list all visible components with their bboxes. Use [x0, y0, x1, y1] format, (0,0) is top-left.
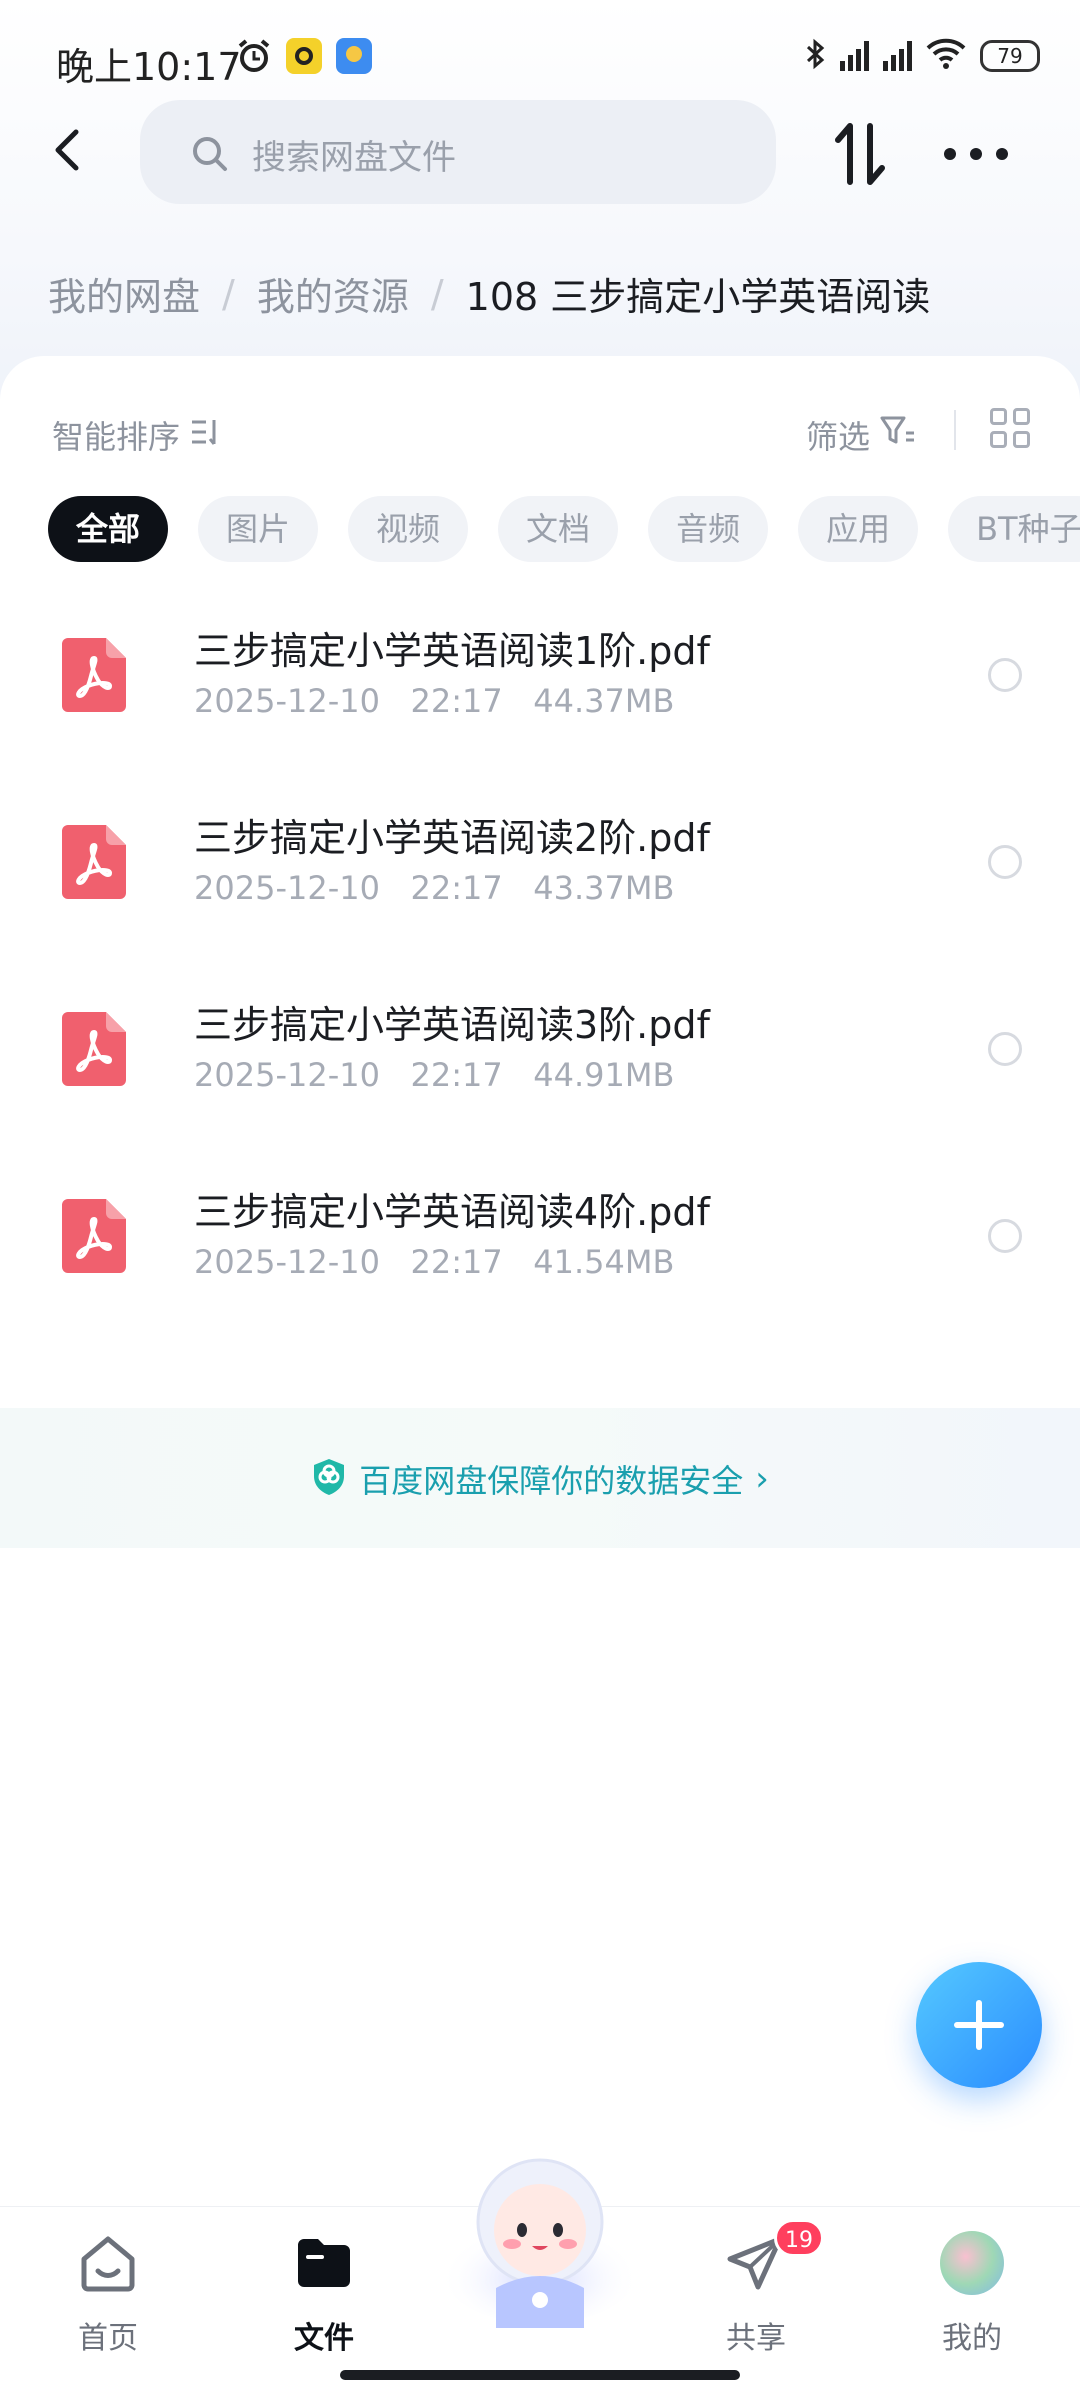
add-button[interactable]	[916, 1962, 1042, 2088]
tab-files-label: 文件	[294, 2321, 354, 2356]
breadcrumb-separator: /	[222, 271, 235, 316]
chevron-right-icon: ›	[755, 1459, 769, 1499]
more-options-button[interactable]	[944, 122, 1008, 186]
file-date: 2025-12-10	[194, 1243, 380, 1281]
category-videos[interactable]: 视频	[348, 496, 469, 562]
file-time: 22:17	[410, 869, 503, 907]
file-meta: 2025-12-10 22:17 44.91MB	[194, 1056, 674, 1094]
security-banner[interactable]: 百度网盘保障你的数据安全 ›	[0, 1408, 1080, 1548]
security-banner-text: 百度网盘保障你的数据安全	[359, 1462, 744, 1500]
search-input[interactable]: 搜索网盘文件	[140, 100, 776, 204]
signal-icon-2	[883, 41, 912, 71]
signal-icon-1	[840, 41, 869, 71]
category-audio[interactable]: 音频	[648, 496, 769, 562]
avatar	[940, 2231, 1004, 2295]
file-name: 三步搞定小学英语阅读4阶.pdf	[194, 1190, 710, 1234]
sort-label: 智能排序	[52, 418, 181, 456]
filter-label: 筛选	[806, 418, 871, 456]
tab-share[interactable]: 19 共享	[686, 2219, 826, 2361]
bluetooth-icon	[804, 38, 826, 74]
filter-icon	[880, 415, 916, 455]
breadcrumb-separator: /	[430, 271, 444, 316]
toolbar-divider	[954, 410, 956, 450]
file-row[interactable]: 三步搞定小学英语阅读2阶.pdf 2025-12-10 22:17 43.37M…	[0, 787, 1080, 967]
file-select-checkbox[interactable]	[988, 845, 1022, 879]
file-date: 2025-12-10	[194, 682, 380, 720]
smart-sort-button[interactable]: 智能排序	[52, 412, 220, 458]
grid-view-icon[interactable]	[990, 408, 1030, 448]
file-date: 2025-12-10	[194, 1056, 380, 1094]
search-placeholder: 搜索网盘文件	[252, 138, 456, 178]
file-row[interactable]: 三步搞定小学英语阅读1阶.pdf 2025-12-10 22:17 44.37M…	[0, 600, 1080, 780]
filter-button[interactable]: 筛选	[806, 412, 916, 458]
file-meta: 2025-12-10 22:17 43.37MB	[194, 869, 674, 907]
breadcrumb-my-resources[interactable]: 我的资源	[257, 266, 409, 321]
file-meta: 2025-12-10 22:17 44.37MB	[194, 682, 674, 720]
breadcrumb: 我的网盘 / 我的资源 / 108 三步搞定小学英语阅读	[48, 266, 930, 321]
weather-app-icon	[336, 38, 372, 74]
category-tabs: 全部 图片 视频 文档 音频 应用 BT种子	[48, 496, 1080, 566]
home-indicator	[340, 2370, 740, 2380]
category-apps[interactable]: 应用	[798, 496, 919, 562]
category-all[interactable]: 全部	[48, 496, 169, 562]
breadcrumb-current-folder: 108 三步搞定小学英语阅读	[465, 275, 931, 319]
status-indicators: 79	[804, 36, 1040, 76]
file-size: 44.37MB	[533, 682, 675, 720]
tab-share-label: 共享	[726, 2321, 786, 2356]
file-select-checkbox[interactable]	[988, 1219, 1022, 1253]
file-size: 44.91MB	[533, 1056, 675, 1094]
app-notification-icon	[286, 38, 322, 74]
file-size: 41.54MB	[533, 1243, 675, 1281]
tab-files[interactable]: 文件	[254, 2231, 394, 2361]
back-button[interactable]	[40, 120, 100, 180]
status-bar: 晚上10:17 79	[0, 0, 1080, 110]
tab-mine[interactable]: 我的	[902, 2231, 1042, 2361]
pdf-file-icon	[62, 825, 126, 899]
file-size: 43.37MB	[533, 869, 675, 907]
file-row[interactable]: 三步搞定小学英语阅读4阶.pdf 2025-12-10 22:17 41.54M…	[0, 1161, 1080, 1341]
category-bt-torrents[interactable]: BT种子	[948, 496, 1080, 562]
tab-home[interactable]: 首页	[38, 2231, 178, 2361]
sort-list-icon	[190, 416, 220, 454]
file-date: 2025-12-10	[194, 869, 380, 907]
transfer-sort-button[interactable]	[828, 118, 892, 190]
file-time: 22:17	[410, 682, 503, 720]
battery-indicator: 79	[980, 40, 1040, 72]
tab-mine-label: 我的	[942, 2321, 1002, 2356]
status-time: 晚上10:17	[56, 45, 242, 89]
file-name: 三步搞定小学英语阅读2阶.pdf	[194, 816, 710, 860]
file-row[interactable]: 三步搞定小学英语阅读3阶.pdf 2025-12-10 22:17 44.91M…	[0, 974, 1080, 1154]
category-documents[interactable]: 文档	[498, 496, 619, 562]
file-select-checkbox[interactable]	[988, 1032, 1022, 1066]
search-icon	[190, 134, 230, 178]
category-images[interactable]: 图片	[198, 496, 319, 562]
alarm-icon	[236, 38, 272, 74]
share-badge: 19	[774, 2219, 824, 2257]
pdf-file-icon	[62, 1199, 126, 1273]
file-name: 三步搞定小学英语阅读1阶.pdf	[194, 629, 710, 673]
wifi-icon	[926, 38, 966, 74]
home-icon	[76, 2231, 140, 2295]
file-time: 22:17	[410, 1056, 503, 1094]
security-shield-icon	[311, 1457, 347, 1501]
folder-icon	[292, 2231, 356, 2295]
file-time: 22:17	[410, 1243, 503, 1281]
pdf-file-icon	[62, 638, 126, 712]
file-meta: 2025-12-10 22:17 41.54MB	[194, 1243, 674, 1281]
file-name: 三步搞定小学英语阅读3阶.pdf	[194, 1003, 710, 1047]
mascot-assistant-icon[interactable]	[438, 2148, 642, 2328]
file-select-checkbox[interactable]	[988, 658, 1022, 692]
pdf-file-icon	[62, 1012, 126, 1086]
breadcrumb-my-drive[interactable]: 我的网盘	[48, 266, 200, 321]
tab-home-label: 首页	[78, 2321, 138, 2356]
